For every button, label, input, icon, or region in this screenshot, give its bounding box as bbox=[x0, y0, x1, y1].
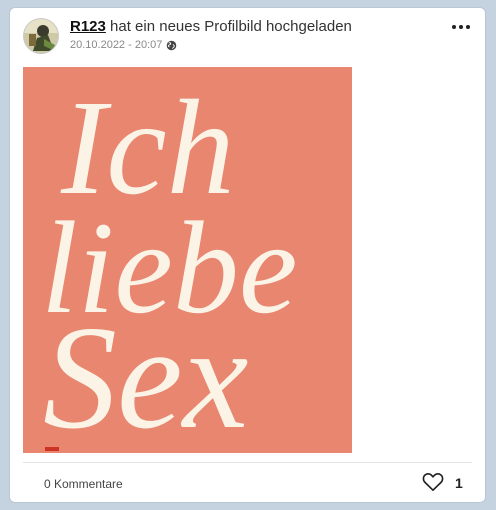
like-count: 1 bbox=[455, 475, 463, 491]
more-options-button[interactable] bbox=[451, 20, 471, 34]
profile-picture-image[interactable]: Ich liebe Sex bbox=[23, 67, 352, 453]
avatar-image bbox=[24, 19, 58, 53]
avatar[interactable] bbox=[23, 18, 59, 54]
post-headline: R123 hat ein neues Profilbild hochgelade… bbox=[70, 18, 352, 35]
more-dots-icon bbox=[452, 25, 456, 29]
post-card: R123 hat ein neues Profilbild hochgelade… bbox=[9, 7, 486, 503]
post-meta: 20.10.2022 - 20:07 bbox=[70, 39, 177, 51]
username-link[interactable]: R123 bbox=[70, 18, 106, 35]
post-action-text: hat ein neues Profilbild hochgeladen bbox=[105, 18, 352, 35]
globe-icon bbox=[167, 40, 177, 50]
footer-divider bbox=[23, 462, 472, 463]
heart-icon[interactable] bbox=[422, 472, 444, 492]
profile-picture-svg: Ich liebe Sex bbox=[23, 67, 352, 453]
post-date: 20.10.2022 - 20:07 bbox=[70, 39, 163, 51]
more-dots-icon-dot bbox=[466, 25, 470, 29]
comments-link[interactable]: 0 Kommentare bbox=[44, 477, 123, 491]
more-dots-icon-dot bbox=[459, 25, 463, 29]
image-text-line-3: Sex bbox=[43, 296, 248, 453]
